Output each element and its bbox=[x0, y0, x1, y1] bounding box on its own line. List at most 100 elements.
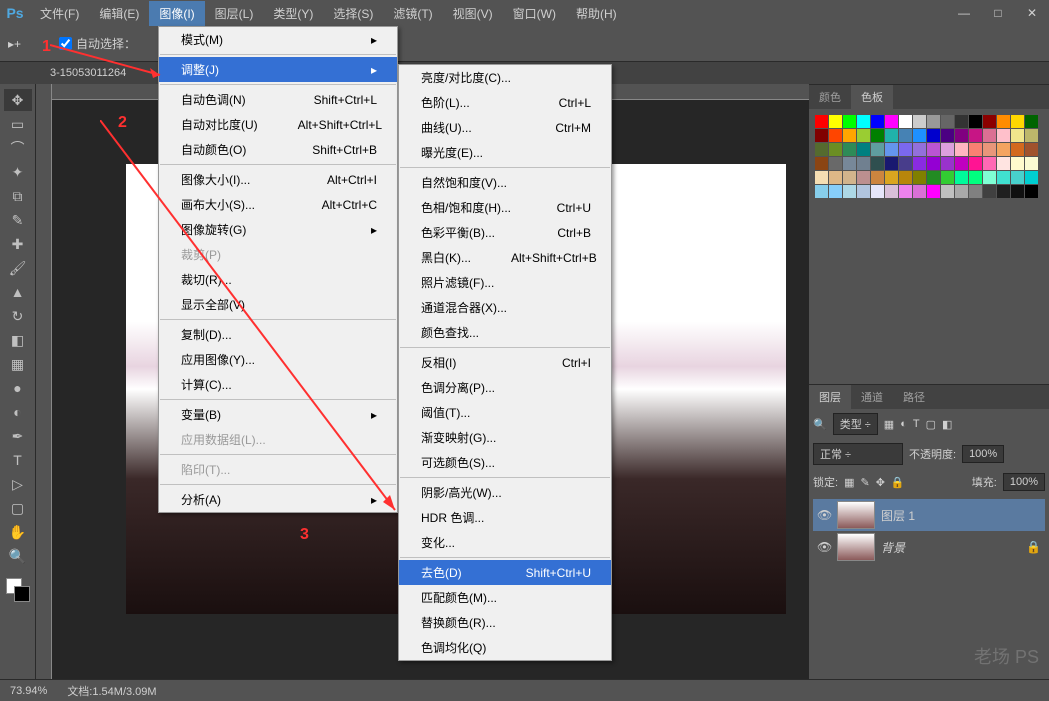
swatch[interactable] bbox=[871, 129, 884, 142]
swatch[interactable] bbox=[983, 115, 996, 128]
stamp-tool[interactable]: ▲ bbox=[4, 281, 32, 303]
menu-variables[interactable]: 变量(B)▸ bbox=[159, 402, 397, 427]
close-button[interactable]: ✕ bbox=[1017, 3, 1047, 23]
swatch[interactable] bbox=[955, 143, 968, 156]
swatch[interactable] bbox=[815, 129, 828, 142]
swatch[interactable] bbox=[885, 157, 898, 170]
swatch[interactable] bbox=[927, 185, 940, 198]
color-tab[interactable]: 颜色 bbox=[809, 85, 851, 109]
menu-image-rotation[interactable]: 图像旋转(G)▸ bbox=[159, 217, 397, 242]
swatch[interactable] bbox=[857, 115, 870, 128]
swatch[interactable] bbox=[899, 185, 912, 198]
menu-trim[interactable]: 裁切(R)... bbox=[159, 267, 397, 292]
visibility-icon[interactable]: 👁 bbox=[817, 508, 831, 522]
swatch[interactable] bbox=[815, 185, 828, 198]
swatch[interactable] bbox=[815, 157, 828, 170]
swatch[interactable] bbox=[815, 115, 828, 128]
paths-tab[interactable]: 路径 bbox=[893, 385, 935, 409]
menu-exposure[interactable]: 曝光度(E)... bbox=[399, 140, 611, 165]
zoom-tool[interactable]: 🔍 bbox=[4, 545, 32, 567]
menu-adjustments[interactable]: 调整(J)▸ bbox=[159, 57, 397, 82]
swatch[interactable] bbox=[941, 143, 954, 156]
document-tab[interactable]: 3-15053011264 bbox=[40, 64, 136, 82]
swatch[interactable] bbox=[1025, 129, 1038, 142]
menu-vibrance[interactable]: 自然饱和度(V)... bbox=[399, 170, 611, 195]
swatch[interactable] bbox=[969, 185, 982, 198]
healing-tool[interactable]: ✚ bbox=[4, 233, 32, 255]
menu-mode[interactable]: 模式(M)▸ bbox=[159, 27, 397, 52]
swatch[interactable] bbox=[885, 143, 898, 156]
gradient-tool[interactable]: ▦ bbox=[4, 353, 32, 375]
magic-wand-tool[interactable]: ✦ bbox=[4, 161, 32, 183]
swatch[interactable] bbox=[843, 129, 856, 142]
menu-brightness[interactable]: 亮度/对比度(C)... bbox=[399, 65, 611, 90]
menu-channel-mixer[interactable]: 通道混合器(X)... bbox=[399, 295, 611, 320]
swatch[interactable] bbox=[899, 115, 912, 128]
swatch[interactable] bbox=[1011, 143, 1024, 156]
swatch[interactable] bbox=[857, 143, 870, 156]
swatch[interactable] bbox=[969, 157, 982, 170]
menu-invert[interactable]: 反相(I)Ctrl+I bbox=[399, 350, 611, 375]
swatch[interactable] bbox=[927, 115, 940, 128]
history-brush-tool[interactable]: ↻ bbox=[4, 305, 32, 327]
swatch[interactable] bbox=[983, 157, 996, 170]
swatch[interactable] bbox=[871, 185, 884, 198]
swatch[interactable] bbox=[871, 157, 884, 170]
kind-select[interactable]: 类型 ÷ bbox=[833, 413, 878, 435]
fill-value[interactable]: 100% bbox=[1003, 473, 1045, 491]
swatch[interactable] bbox=[983, 129, 996, 142]
swatch[interactable] bbox=[969, 143, 982, 156]
menu-curves[interactable]: 曲线(U)...Ctrl+M bbox=[399, 115, 611, 140]
swatch[interactable] bbox=[1025, 185, 1038, 198]
lock-all-icon[interactable]: 🔒 bbox=[891, 476, 905, 489]
menu-photo-filter[interactable]: 照片滤镜(F)... bbox=[399, 270, 611, 295]
swatch[interactable] bbox=[1011, 129, 1024, 142]
swatch[interactable] bbox=[871, 115, 884, 128]
swatch[interactable] bbox=[899, 157, 912, 170]
swatch[interactable] bbox=[899, 143, 912, 156]
auto-select-input[interactable] bbox=[59, 37, 72, 50]
background-color[interactable] bbox=[14, 586, 30, 602]
swatch[interactable] bbox=[913, 143, 926, 156]
swatch[interactable] bbox=[1025, 143, 1038, 156]
swatch[interactable] bbox=[1011, 115, 1024, 128]
menu-selective-color[interactable]: 可选颜色(S)... bbox=[399, 450, 611, 475]
swatch[interactable] bbox=[969, 129, 982, 142]
menu-variations[interactable]: 变化... bbox=[399, 530, 611, 555]
minimize-button[interactable]: — bbox=[949, 3, 979, 23]
menu-edit[interactable]: 编辑(E) bbox=[89, 1, 149, 26]
swatch[interactable] bbox=[955, 171, 968, 184]
menu-analysis[interactable]: 分析(A)▸ bbox=[159, 487, 397, 512]
layer-row-background[interactable]: 👁 背景 🔒 bbox=[813, 531, 1045, 563]
layer-row-1[interactable]: 👁 图层 1 bbox=[813, 499, 1045, 531]
swatches-tab[interactable]: 色板 bbox=[851, 85, 893, 109]
menu-auto-tone[interactable]: 自动色调(N)Shift+Ctrl+L bbox=[159, 87, 397, 112]
swatch[interactable] bbox=[1011, 171, 1024, 184]
swatch[interactable] bbox=[983, 143, 996, 156]
swatch[interactable] bbox=[997, 157, 1010, 170]
swatch[interactable] bbox=[955, 185, 968, 198]
swatch[interactable] bbox=[955, 129, 968, 142]
menu-black-white[interactable]: 黑白(K)...Alt+Shift+Ctrl+B bbox=[399, 245, 611, 270]
swatch[interactable] bbox=[997, 115, 1010, 128]
swatch[interactable] bbox=[927, 171, 940, 184]
layer-thumbnail[interactable] bbox=[837, 501, 875, 529]
hand-tool[interactable]: ✋ bbox=[4, 521, 32, 543]
swatch[interactable] bbox=[885, 185, 898, 198]
eyedropper-tool[interactable]: ✎ bbox=[4, 209, 32, 231]
menu-auto-contrast[interactable]: 自动对比度(U)Alt+Shift+Ctrl+L bbox=[159, 112, 397, 137]
brush-tool[interactable]: 🖌 bbox=[4, 257, 32, 279]
crop-tool[interactable]: ⧉ bbox=[4, 185, 32, 207]
dodge-tool[interactable]: ◐ bbox=[4, 401, 32, 423]
lock-transparent-icon[interactable]: ▦ bbox=[844, 476, 854, 489]
swatch[interactable] bbox=[913, 185, 926, 198]
swatch[interactable] bbox=[913, 129, 926, 142]
menu-shadows-highlights[interactable]: 阴影/高光(W)... bbox=[399, 480, 611, 505]
maximize-button[interactable]: □ bbox=[983, 3, 1013, 23]
filter-shape-icon[interactable]: ▢ bbox=[926, 418, 936, 431]
swatch[interactable] bbox=[913, 171, 926, 184]
swatch[interactable] bbox=[969, 171, 982, 184]
menu-posterize[interactable]: 色调分离(P)... bbox=[399, 375, 611, 400]
visibility-icon[interactable]: 👁 bbox=[817, 540, 831, 554]
marquee-tool[interactable]: ▭ bbox=[4, 113, 32, 135]
